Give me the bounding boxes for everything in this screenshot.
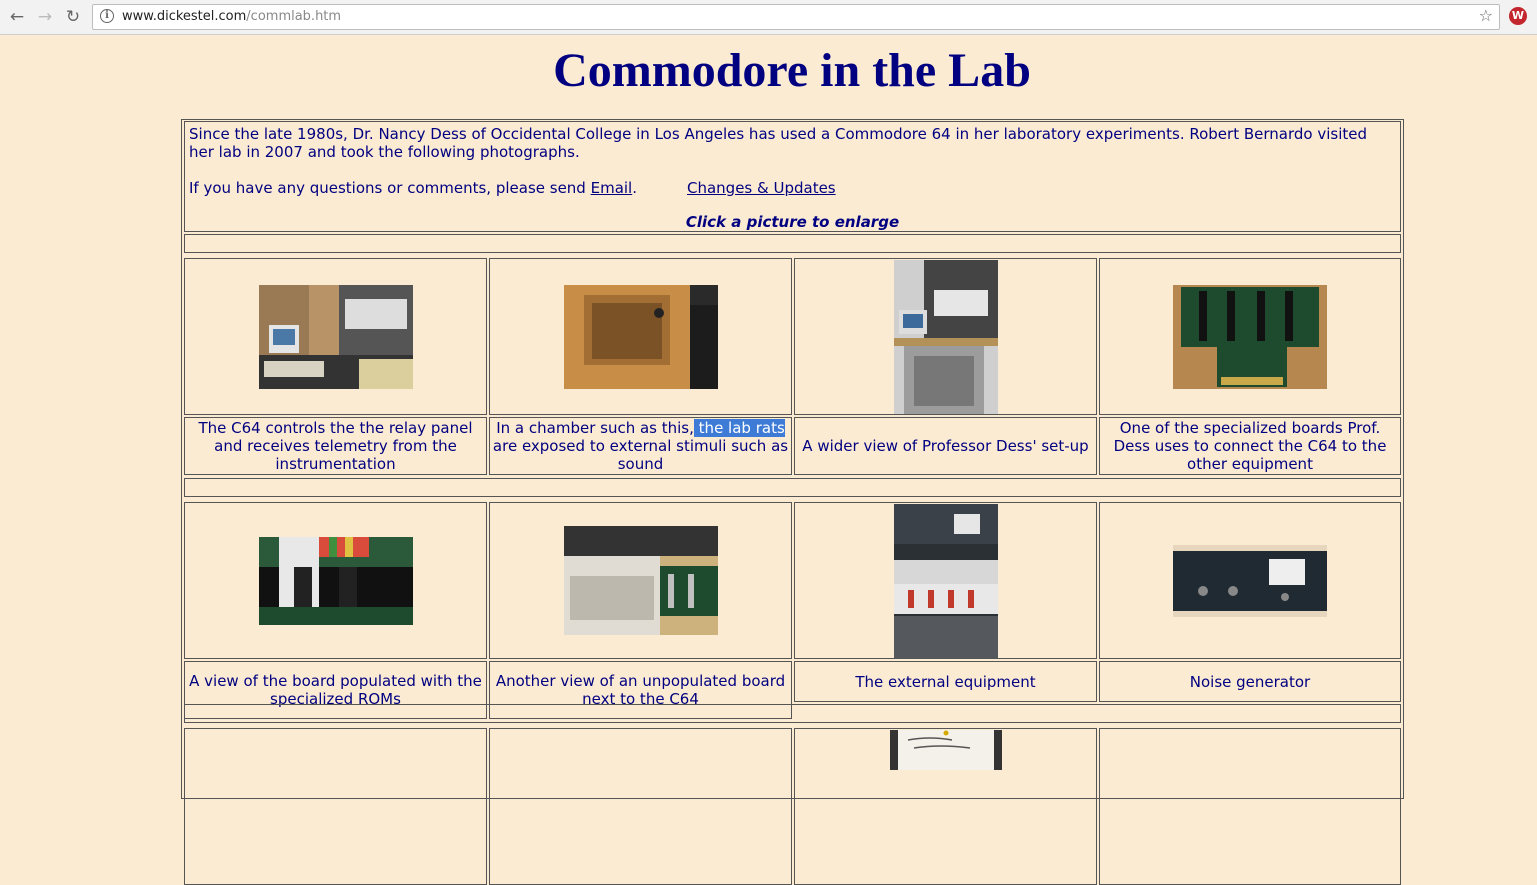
noise-generator-photo[interactable]	[1173, 545, 1327, 617]
caption-part: are exposed to external stimuli such as …	[492, 437, 789, 473]
browser-toolbar: ← → ↻ i www.dickestel.com/commlab.htm ☆ …	[0, 0, 1537, 35]
caption: One of the specialized boards Prof. Dess…	[1113, 419, 1387, 473]
image-cell	[1099, 728, 1401, 885]
external-equipment-rack-photo[interactable]	[894, 504, 998, 658]
image-cell	[1099, 502, 1401, 659]
back-arrow-icon[interactable]: ←	[6, 6, 28, 28]
image-cell	[489, 728, 792, 885]
caption-cell: One of the specialized boards Prof. Dess…	[1099, 417, 1401, 475]
image-cell	[794, 728, 1097, 885]
caption: A view of the board populated with the s…	[189, 672, 482, 708]
intro-cell: Since the late 1980s, Dr. Nancy Dess of …	[184, 121, 1401, 232]
caption-cell: A wider view of Professor Dess' set-up	[794, 417, 1097, 475]
contact-line: If you have any questions or comments, p…	[189, 179, 637, 197]
contact-suffix: .	[632, 179, 638, 197]
image-cell	[794, 258, 1097, 415]
contact-prefix: If you have any questions or comments, p…	[189, 179, 591, 197]
url-host: www.dickestel.com	[122, 9, 247, 24]
reload-icon[interactable]: ↻	[62, 6, 84, 28]
caption-cell: The external equipment	[794, 661, 1097, 702]
caption-cell: The C64 controls the the relay panel and…	[184, 417, 487, 475]
image-cell	[794, 502, 1097, 659]
rat-chamber-photo[interactable]	[564, 285, 718, 389]
image-cell	[184, 502, 487, 659]
page-title: Commodore in the Lab	[553, 44, 1031, 97]
caption-cell: In a chamber such as this, the lab rats …	[489, 417, 792, 475]
caption: Another view of an unpopulated board nex…	[495, 672, 786, 708]
caption: A wider view of Professor Dess' set-up	[802, 437, 1089, 455]
email-link[interactable]: Email	[591, 179, 633, 197]
caption: The external equipment	[855, 672, 1036, 691]
image-cell	[184, 258, 487, 415]
lab-notes-photo[interactable]	[890, 730, 1002, 770]
click-hint: Click a picture to enlarge	[685, 213, 900, 231]
specialized-board-photo[interactable]	[1173, 285, 1327, 389]
unpopulated-board-c64-photo[interactable]	[564, 526, 718, 635]
spacer-row	[184, 704, 1401, 723]
intro-text: Since the late 1980s, Dr. Nancy Dess of …	[189, 125, 1368, 161]
caption: Noise generator	[1189, 672, 1311, 691]
lab-setup-wide-photo[interactable]	[894, 260, 998, 414]
extension-icon[interactable]: W	[1509, 7, 1527, 25]
caption-cell: Noise generator	[1099, 661, 1401, 702]
changes-updates-link[interactable]: Changes & Updates	[687, 179, 836, 197]
image-cell	[489, 502, 792, 659]
url-path: /commlab.htm	[246, 9, 342, 24]
spacer-row	[184, 478, 1401, 497]
caption-part: In a chamber such as this,	[496, 419, 694, 437]
url-text[interactable]: www.dickestel.com/commlab.htm	[122, 9, 341, 25]
spacer-row	[184, 234, 1401, 253]
caption: The C64 controls the the relay panel and…	[198, 419, 473, 473]
image-cell	[1099, 258, 1401, 415]
image-cell	[489, 258, 792, 415]
forward-arrow-icon[interactable]: →	[34, 6, 56, 28]
c64-relay-panel-photo[interactable]	[259, 285, 413, 389]
info-icon[interactable]: i	[100, 9, 114, 23]
selected-text: the lab rats	[693, 419, 785, 437]
bookmark-star-icon[interactable]: ☆	[1479, 6, 1493, 26]
populated-board-roms-photo[interactable]	[259, 537, 413, 625]
address-bar[interactable]: i www.dickestel.com/commlab.htm ☆	[92, 4, 1500, 30]
image-cell	[184, 728, 487, 885]
caption: In a chamber such as this, the lab rats …	[492, 419, 789, 473]
